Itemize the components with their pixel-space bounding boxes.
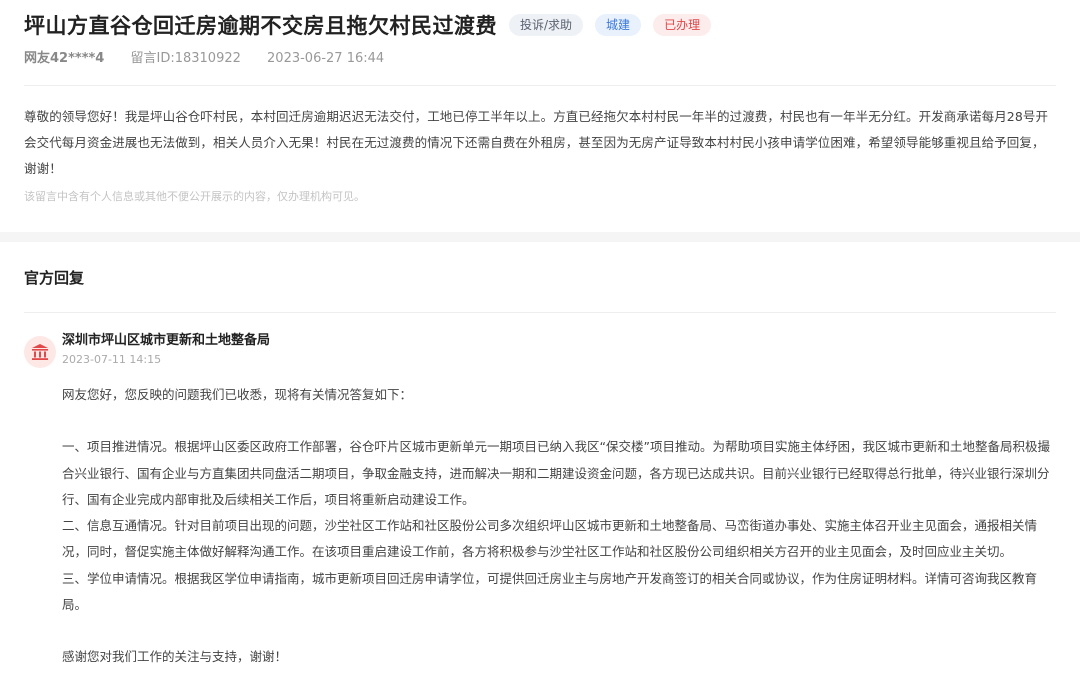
tag-field[interactable]: 城建: [595, 14, 642, 36]
reply-item-3: 三、学位申请情况。根据我区学位申请指南，城市更新项目回迁房申请学位，可提供回迁房…: [62, 570, 1038, 613]
post-message-id: 留言ID:18310922: [130, 51, 241, 66]
divider: [24, 85, 1056, 86]
title-row: 坪山方直谷仓回迁房逾期不交房且拖欠村民过渡费 投诉/求助 城建 已办理: [24, 10, 1056, 40]
post-content: 尊敬的领导您好！我是坪山谷仓吓村民，本村回迁房逾期迟迟无法交付，工地已停工半年以…: [24, 109, 1049, 176]
reply-org-block: 深圳市坪山区城市更新和土地整备局 2023-07-11 14:15: [62, 331, 270, 368]
reply-greeting: 网友您好，您反映的问题我们已收悉，现将有关情况答复如下：: [62, 387, 413, 402]
tag-status: 已办理: [653, 14, 712, 36]
reply-time: 2023-07-11 14:15: [62, 353, 162, 366]
reply-org: 深圳市坪山区城市更新和土地整备局: [62, 333, 271, 348]
reply-body: 网友您好，您反映的问题我们已收悉，现将有关情况答复如下： 一、项目推进情况。根据…: [62, 382, 1052, 671]
reply-closing: 感谢您对我们工作的关注与支持，谢谢！: [62, 649, 288, 665]
reply-section-title: 官方回复: [24, 269, 85, 287]
privacy-note: 该留言中含有个人信息或其他不便公开展示的内容，仅办理机构可见。: [24, 190, 365, 203]
divider: [24, 312, 1056, 313]
reply-header: 深圳市坪山区城市更新和土地整备局 2023-07-11 14:15: [24, 331, 1056, 368]
reply-item-2: 二、信息互通情况。针对目前项目出现的问题，沙坣社区工作站和社区股份公司多次组织坪…: [62, 518, 1038, 560]
post-user: 网友42****4: [24, 51, 105, 66]
post-title: 坪山方直谷仓回迁房逾期不交房且拖欠村民过渡费: [24, 14, 497, 38]
post-time: 2023-06-27 16:44: [267, 51, 385, 66]
avatar: [24, 336, 56, 368]
tag-category[interactable]: 投诉/求助: [509, 14, 584, 36]
government-building-icon: [32, 344, 48, 360]
post-card: 坪山方直谷仓回迁房逾期不交房且拖欠村民过渡费 投诉/求助 城建 已办理 网友42…: [0, 0, 1080, 232]
post-meta: 网友42****4 留言ID:18310922 2023-06-27 16:44: [24, 49, 1056, 69]
reply-item-1: 一、项目推进情况。根据坪山区委区政府工作部署，谷仓吓片区城市更新单元一期项目已纳…: [62, 439, 1050, 507]
reply-card: 官方回复 深圳市坪山区城市更新和土地整备局 2023-07-11 14:15 网…: [0, 242, 1080, 698]
